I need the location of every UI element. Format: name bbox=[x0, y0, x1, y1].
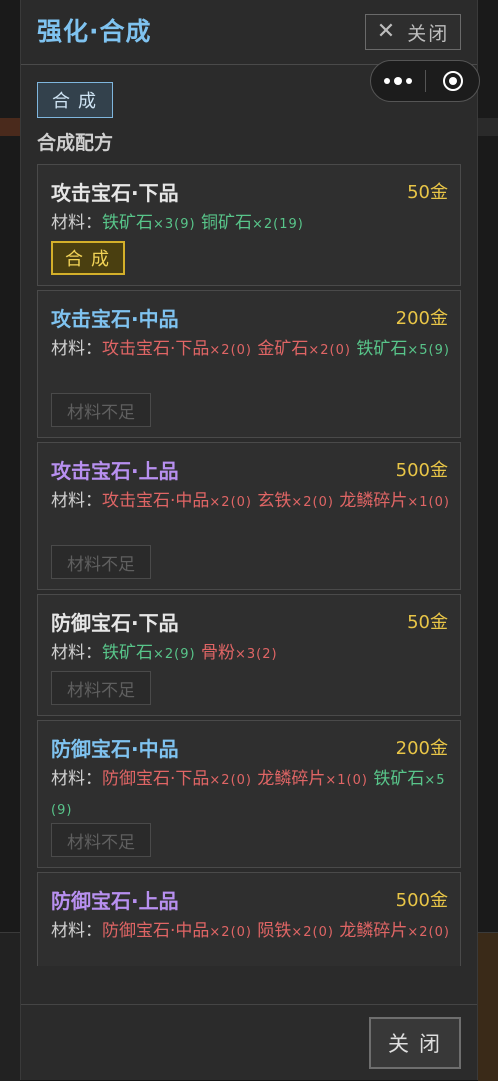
recipe-name: 防御宝石·上品 bbox=[51, 889, 179, 913]
material-qty: ×5(9) bbox=[407, 343, 450, 358]
material-name: 玄铁 bbox=[257, 491, 292, 511]
material-item: 攻击宝石·下品×2(0) bbox=[102, 339, 252, 359]
material-item: 铜矿石×2(19) bbox=[201, 213, 304, 233]
material-qty: ×2(0) bbox=[209, 495, 252, 510]
materials-label: 材料： bbox=[51, 769, 102, 789]
backdrop-strip bbox=[478, 118, 498, 136]
material-name: 铁矿石 bbox=[373, 769, 425, 789]
backdrop-panel bbox=[478, 932, 498, 1081]
recipe-cost: 200金 bbox=[395, 738, 448, 759]
materials-label: 材料： bbox=[51, 213, 102, 233]
material-qty: ×2(0) bbox=[308, 343, 351, 358]
recipe-cost: 200金 bbox=[395, 308, 448, 329]
dialog-header: 强化·合成 ✕ 关闭 bbox=[21, 0, 477, 65]
material-qty: ×1(0) bbox=[407, 495, 450, 510]
materials-label: 材料： bbox=[51, 921, 102, 941]
material-qty: ×2(0) bbox=[209, 925, 252, 940]
recipe-name: 攻击宝石·下品 bbox=[51, 181, 179, 205]
recipe-name: 攻击宝石·中品 bbox=[51, 307, 179, 331]
recipe-materials: 材料：防御宝石·下品×2(0) 龙鳞碎片×1(0) 铁矿石×5(9) bbox=[51, 765, 451, 825]
material-qty: ×3(2) bbox=[234, 647, 278, 662]
recipe-cost: 50金 bbox=[407, 182, 448, 203]
material-name: 龙鳞碎片 bbox=[339, 491, 408, 511]
recipe-card: 防御宝石·上品 500金 材料：防御宝石·中品×2(0) 陨铁×2(0) 龙鳞碎片×… bbox=[37, 872, 461, 966]
material-item: 防御宝石·下品×2(0) bbox=[102, 769, 252, 789]
material-name: 防御宝石·中品 bbox=[102, 921, 210, 941]
materials-label: 材料： bbox=[51, 491, 102, 511]
material-qty: ×2(0) bbox=[291, 925, 334, 940]
recipe-name: 防御宝石·中品 bbox=[51, 737, 179, 761]
dialog-title: 强化·合成 bbox=[37, 17, 152, 46]
recipe-cost: 500金 bbox=[395, 890, 448, 911]
backdrop-panel bbox=[0, 932, 20, 1081]
material-item: 铁矿石×5(9) bbox=[356, 339, 450, 359]
material-qty: ×3(9) bbox=[153, 217, 196, 232]
material-name: 陨铁 bbox=[257, 921, 292, 941]
recipe-materials: 材料：攻击宝石·下品×2(0) 金矿石×2(0) 铁矿石×5(9) bbox=[51, 335, 451, 365]
recipe-materials: 材料：防御宝石·中品×2(0) 陨铁×2(0) 龙鳞碎片×2(0) bbox=[51, 917, 451, 947]
insufficient-materials-button: 材料不足 bbox=[51, 671, 151, 705]
recipe-materials: 材料：铁矿石×3(9) 铜矿石×2(19) bbox=[51, 209, 451, 239]
material-item: 玄铁×2(0) bbox=[257, 491, 334, 511]
material-qty: ×2(0) bbox=[407, 925, 450, 940]
material-qty: ×2(9) bbox=[153, 647, 196, 662]
material-item: 防御宝石·中品×2(0) bbox=[102, 921, 252, 941]
more-icon[interactable] bbox=[371, 77, 425, 85]
material-item: 龙鳞碎片×2(0) bbox=[339, 921, 450, 941]
recipe-card: 攻击宝石·上品 500金 材料：攻击宝石·中品×2(0) 玄铁×2(0) 龙鳞碎片×… bbox=[37, 442, 461, 590]
recipe-list[interactable]: 攻击宝石·下品 50金 材料：铁矿石×3(9) 铜矿石×2(19) 合成 攻击宝石·中品… bbox=[37, 164, 461, 966]
close-button[interactable]: ✕ 关闭 bbox=[365, 14, 461, 50]
material-name: 铜矿石 bbox=[200, 213, 252, 233]
recipe-cost: 50金 bbox=[407, 612, 448, 633]
close-label: 关闭 bbox=[407, 22, 450, 45]
material-item: 龙鳞碎片×1(0) bbox=[339, 491, 450, 511]
material-name: 骨粉 bbox=[200, 643, 235, 663]
material-item: 铁矿石×3(9) bbox=[102, 213, 196, 233]
material-name: 铁矿石 bbox=[356, 339, 408, 359]
miniprogram-capsule bbox=[370, 60, 480, 102]
recipe-card: 防御宝石·中品 200金材料：防御宝石·下品×2(0) 龙鳞碎片×1(0) 铁矿石… bbox=[37, 720, 461, 868]
synthesize-button[interactable]: 合成 bbox=[51, 241, 125, 275]
close-icon: ✕ bbox=[376, 19, 398, 44]
material-name: 防御宝石·下品 bbox=[102, 769, 210, 789]
close-dialog-button[interactable]: 关闭 bbox=[369, 1017, 461, 1069]
material-item: 攻击宝石·中品×2(0) bbox=[102, 491, 252, 511]
insufficient-materials-button: 材料不足 bbox=[51, 545, 151, 579]
exit-miniprogram-icon[interactable] bbox=[426, 71, 479, 91]
material-name: 铁矿石 bbox=[102, 643, 153, 663]
recipe-name: 防御宝石·下品 bbox=[51, 611, 179, 635]
material-item: 龙鳞碎片×1(0) bbox=[257, 769, 368, 789]
material-name: 攻击宝石·中品 bbox=[102, 491, 210, 511]
recipe-card: 防御宝石·下品 50金 材料：铁矿石×2(9) 骨粉×3(2) 材料不足 bbox=[37, 594, 461, 716]
insufficient-materials-button: 材料不足 bbox=[51, 823, 151, 857]
material-item: 陨铁×2(0) bbox=[257, 921, 334, 941]
recipe-card: 攻击宝石·下品 50金 材料：铁矿石×3(9) 铜矿石×2(19) 合成 bbox=[37, 164, 461, 286]
materials-label: 材料： bbox=[51, 643, 102, 663]
material-name: 攻击宝石·下品 bbox=[102, 339, 210, 359]
dialog-footer: 关闭 bbox=[21, 1004, 477, 1081]
material-item: 金矿石×2(0) bbox=[257, 339, 351, 359]
materials-label: 材料： bbox=[51, 339, 102, 359]
material-qty: ×2(19) bbox=[251, 217, 304, 232]
recipe-name: 攻击宝石·上品 bbox=[51, 459, 179, 483]
forge-dialog: 强化·合成 ✕ 关闭 合成 合成配方 攻击宝石·下品 50金 材料：铁矿石×3(9)… bbox=[20, 0, 478, 1080]
tab-synthesize[interactable]: 合成 bbox=[37, 82, 113, 118]
recipe-materials: 材料：铁矿石×2(9) 骨粉×3(2) bbox=[51, 639, 451, 669]
insufficient-materials-button: 材料不足 bbox=[51, 393, 151, 427]
material-qty: ×2(0) bbox=[209, 773, 252, 788]
material-item: 骨粉×3(2) bbox=[201, 643, 278, 663]
material-qty: ×1(0) bbox=[325, 773, 368, 788]
recipe-card: 攻击宝石·中品 200金 材料：攻击宝石·下品×2(0) 金矿石×2(0) 铁矿石×… bbox=[37, 290, 461, 438]
recipe-materials: 材料：攻击宝石·中品×2(0) 玄铁×2(0) 龙鳞碎片×1(0) bbox=[51, 487, 451, 517]
material-qty: ×2(0) bbox=[291, 495, 334, 510]
material-name: 龙鳞碎片 bbox=[339, 921, 408, 941]
backdrop-strip bbox=[0, 118, 20, 136]
material-name: 龙鳞碎片 bbox=[257, 769, 326, 789]
material-qty: ×2(0) bbox=[209, 343, 252, 358]
material-name: 金矿石 bbox=[257, 339, 309, 359]
material-name: 铁矿石 bbox=[102, 213, 153, 233]
material-item: 铁矿石×2(9) bbox=[102, 643, 196, 663]
recipe-cost: 500金 bbox=[395, 460, 448, 481]
section-title: 合成配方 bbox=[37, 132, 114, 154]
